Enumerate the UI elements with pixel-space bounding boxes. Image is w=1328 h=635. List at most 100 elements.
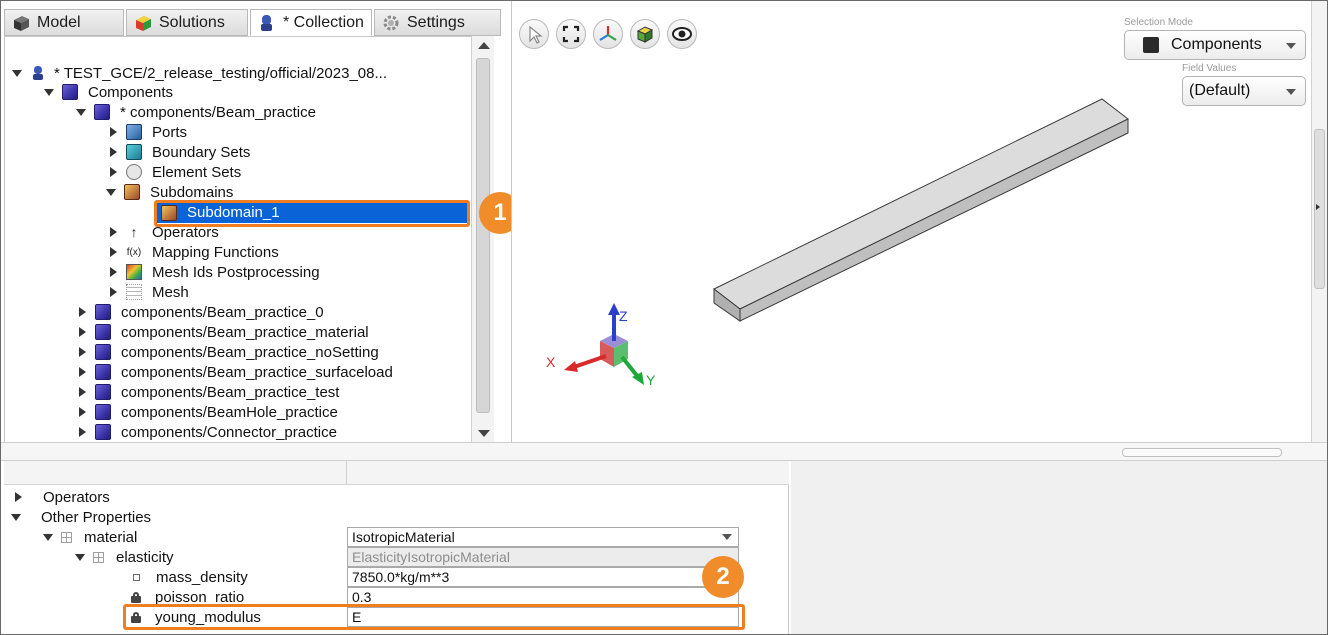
components-icon [62, 84, 78, 100]
component-icon [95, 344, 111, 360]
component-icon [94, 104, 110, 120]
elasticity-value: ElasticityIsotropicMaterial [352, 549, 510, 565]
scroll-up-arrow-icon[interactable] [478, 42, 490, 49]
tree-item-component[interactable]: components/Beam_practice_material [77, 322, 369, 342]
material-value: IsotropicMaterial [352, 529, 455, 545]
field-values-label: Field Values [1182, 63, 1237, 74]
beam-model[interactable] [702, 91, 1142, 331]
tree-item-beam-practice[interactable]: * components/Beam_practice [76, 102, 316, 122]
tree-item-label: * components/Beam_practice [120, 103, 316, 121]
expand-arrow-icon[interactable] [11, 513, 21, 521]
component-icon [95, 364, 111, 380]
tree-item-label: Element Sets [152, 163, 242, 181]
tree-item-label: components/Connector_practice [121, 423, 337, 441]
gear-icon [383, 15, 399, 30]
horizontal-splitter[interactable] [1, 442, 1327, 461]
operator-arrow-icon: ↑ [130, 224, 138, 240]
expand-arrow-icon[interactable] [76, 108, 86, 116]
tree-item-component[interactable]: components/Beam_practice_0 [77, 302, 324, 322]
collapsed-arrow-icon[interactable] [110, 247, 117, 257]
selection-mode-label: Selection Mode [1124, 17, 1193, 28]
collapsed-arrow-icon[interactable] [110, 147, 117, 157]
orientation-triad: Z X Y [546, 303, 656, 388]
tree-item-label: components/Beam_practice_0 [121, 303, 324, 321]
tree-item-label: Operators [152, 223, 219, 241]
collapsed-arrow-icon[interactable] [15, 492, 22, 502]
property-label: mass_density [156, 568, 248, 586]
application-window: Model Solutions * Collection Settings * … [0, 0, 1328, 635]
collapsed-arrow-icon[interactable] [79, 307, 86, 317]
tab-solutions[interactable]: Solutions [126, 9, 248, 36]
tree-item-component[interactable]: components/Connector_practice [77, 422, 337, 442]
select-pointer-button[interactable] [519, 19, 549, 49]
collapsed-arrow-icon[interactable] [79, 387, 86, 397]
selection-mode-dropdown[interactable]: Components [1124, 30, 1306, 60]
tree-item-component[interactable]: components/Beam_practice_test [77, 382, 339, 402]
collapsed-arrow-icon[interactable] [79, 427, 86, 437]
fit-view-button[interactable] [556, 19, 586, 49]
expand-arrow-icon[interactable] [106, 188, 116, 196]
wireframe-button[interactable] [630, 19, 660, 49]
collapsed-arrow-icon[interactable] [110, 267, 117, 277]
subdomains-icon [124, 184, 140, 200]
property-material[interactable]: material [43, 527, 137, 547]
wireframe-cube-icon [636, 26, 654, 43]
collapsed-arrow-icon[interactable] [110, 287, 117, 297]
tree-item-component[interactable]: components/Beam_practice_noSetting [77, 342, 379, 362]
heatmap-icon [126, 264, 142, 280]
tree-item-element-sets[interactable]: Element Sets [108, 162, 241, 182]
collapsed-arrow-icon[interactable] [79, 347, 86, 357]
column-separator[interactable] [346, 461, 347, 485]
axes-view-icon [599, 26, 617, 41]
expand-arrow-icon[interactable] [12, 69, 22, 77]
tree-item-label: Ports [152, 123, 188, 141]
field-values-dropdown[interactable]: (Default) [1182, 76, 1306, 106]
field-values-value: (Default) [1189, 82, 1251, 99]
property-other-properties[interactable]: Other Properties [11, 507, 151, 527]
collapsed-arrow-icon[interactable] [110, 167, 117, 177]
tree-item-label: Mesh [152, 283, 189, 301]
expand-arrow-icon[interactable] [43, 533, 53, 541]
expand-arrow-icon[interactable] [75, 553, 85, 561]
tree-item-root[interactable]: * TEST_GCE/2_release_testing/official/20… [12, 63, 387, 83]
viewport-scrollbar[interactable] [1311, 1, 1327, 442]
visibility-button[interactable] [667, 19, 697, 49]
tree-item-components[interactable]: Components [44, 82, 173, 102]
tree-item-mapping-functions[interactable]: f(x) Mapping Functions [108, 242, 279, 262]
tab-model[interactable]: Model [4, 9, 124, 36]
expand-arrow-icon[interactable] [44, 88, 54, 96]
collapsed-arrow-icon[interactable] [110, 127, 117, 137]
tab-collection[interactable]: * Collection [250, 9, 372, 36]
mass-density-input[interactable]: 7850.0*kg/m**3 [347, 567, 739, 587]
tree-item-mesh[interactable]: Mesh [108, 282, 189, 302]
material-select[interactable]: IsotropicMaterial [347, 527, 739, 547]
splitter-handle[interactable] [1122, 448, 1282, 457]
component-icon [95, 324, 111, 340]
collapsed-arrow-icon[interactable] [79, 327, 86, 337]
tab-settings[interactable]: Settings [374, 9, 501, 36]
3d-viewport[interactable]: Z X Y Selection Mode Components Field Va… [511, 1, 1316, 442]
collapsed-arrow-icon[interactable] [79, 367, 86, 377]
tree-item-mesh-ids[interactable]: Mesh Ids Postprocessing [108, 262, 320, 282]
collapsed-arrow-icon[interactable] [79, 407, 86, 417]
lock-icon [131, 591, 141, 603]
scroll-down-arrow-icon[interactable] [478, 430, 490, 437]
tree-item-subdomains[interactable]: Subdomains [106, 182, 233, 202]
tree-item-operators[interactable]: ↑ Operators [108, 222, 219, 242]
side-panel-arrow-icon[interactable] [1316, 204, 1320, 210]
tree-item-component[interactable]: components/Beam_practice_surfaceload [77, 362, 393, 382]
property-mass-density[interactable]: mass_density [133, 567, 248, 587]
empty-side-panel [791, 461, 1327, 634]
axes-view-button[interactable] [593, 19, 623, 49]
scroll-thumb[interactable] [476, 58, 490, 413]
property-operators[interactable]: Operators [13, 487, 110, 507]
tree-item-ports[interactable]: Ports [108, 122, 187, 142]
tree-item-component[interactable]: components/BeamHole_practice [77, 402, 338, 422]
property-elasticity[interactable]: elasticity [75, 547, 174, 567]
tree-scrollbar[interactable] [471, 36, 494, 443]
mass-density-value: 7850.0*kg/m**3 [352, 569, 450, 585]
collection-icon [261, 14, 272, 31]
collapsed-arrow-icon[interactable] [110, 227, 117, 237]
tree-item-boundary-sets[interactable]: Boundary Sets [108, 142, 250, 162]
tab-label: * Collection [283, 13, 364, 31]
